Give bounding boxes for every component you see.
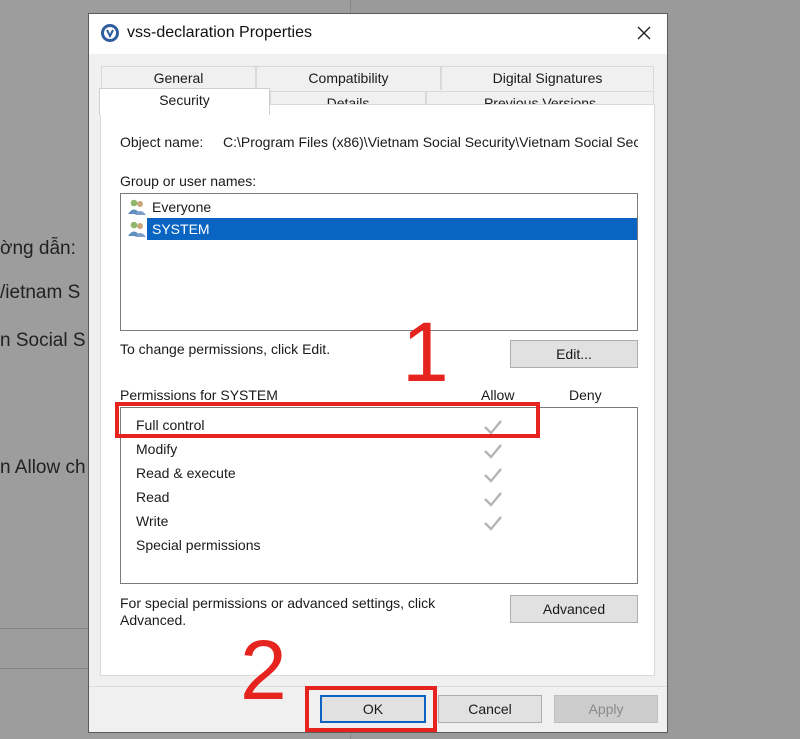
tab-compatibility[interactable]: Compatibility	[256, 66, 441, 90]
tab-security[interactable]: Security	[99, 88, 270, 115]
user-name: SYSTEM	[149, 219, 213, 239]
background-text-line: /ietnam S	[0, 282, 81, 303]
allow-check-icon	[484, 492, 502, 507]
dialog-title: vss-declaration Properties	[127, 24, 312, 41]
object-name-value: C:\Program Files (x86)\Vietnam Social Se…	[223, 134, 638, 150]
title-bar[interactable]: vss-declaration Properties	[89, 14, 667, 54]
allow-check-icon	[484, 468, 502, 483]
edit-button[interactable]: Edit...	[510, 340, 638, 368]
users-listbox[interactable]: Everyone SYSTEM	[120, 193, 638, 331]
change-permissions-hint: To change permissions, click Edit.	[120, 341, 331, 357]
selection-highlight	[147, 218, 637, 240]
users-group-icon	[128, 199, 146, 215]
object-name-label: Object name:	[120, 134, 204, 150]
permission-name: Read & execute	[136, 465, 236, 481]
allow-check-icon	[484, 444, 502, 459]
background-divider	[0, 628, 88, 629]
permissions-header: Permissions for SYSTEM	[120, 387, 278, 403]
deny-column-header: Deny	[569, 387, 602, 403]
background-text-line: n Allow ch	[0, 457, 86, 478]
list-item[interactable]: SYSTEM	[127, 218, 213, 240]
full-control-highlight-box	[115, 402, 540, 438]
tab-digital-signatures[interactable]: Digital Signatures	[441, 66, 654, 90]
background-text-line: n Social S	[0, 330, 86, 351]
permission-name: Read	[136, 489, 170, 505]
close-icon[interactable]	[633, 22, 655, 44]
permission-name: Modify	[136, 441, 178, 457]
users-group-icon	[128, 221, 146, 237]
step-2-marker: 2	[240, 623, 287, 717]
background-text-line: ờng dẫn:	[0, 238, 76, 259]
cancel-button[interactable]: Cancel	[438, 695, 542, 723]
group-users-label: Group or user names:	[120, 173, 257, 189]
permission-name: Special permissions	[136, 537, 261, 553]
app-icon	[101, 24, 119, 42]
tab-general[interactable]: General	[101, 66, 256, 90]
advanced-hint-line-1: For special permissions or advanced sett…	[120, 595, 436, 611]
advanced-hint-line-2: Advanced.	[120, 612, 187, 628]
background-divider	[0, 668, 88, 669]
allow-check-icon	[484, 516, 502, 531]
advanced-button[interactable]: Advanced	[510, 595, 638, 623]
apply-button[interactable]: Apply	[554, 695, 658, 723]
permission-name: Write	[136, 513, 169, 529]
ok-highlight-box	[305, 686, 437, 732]
list-item[interactable]: Everyone	[127, 196, 214, 218]
allow-column-header: Allow	[481, 387, 515, 403]
properties-dialog: vss-declaration Properties General Compa…	[88, 13, 668, 733]
user-name: Everyone	[152, 199, 212, 215]
step-1-marker: 1	[402, 305, 449, 399]
